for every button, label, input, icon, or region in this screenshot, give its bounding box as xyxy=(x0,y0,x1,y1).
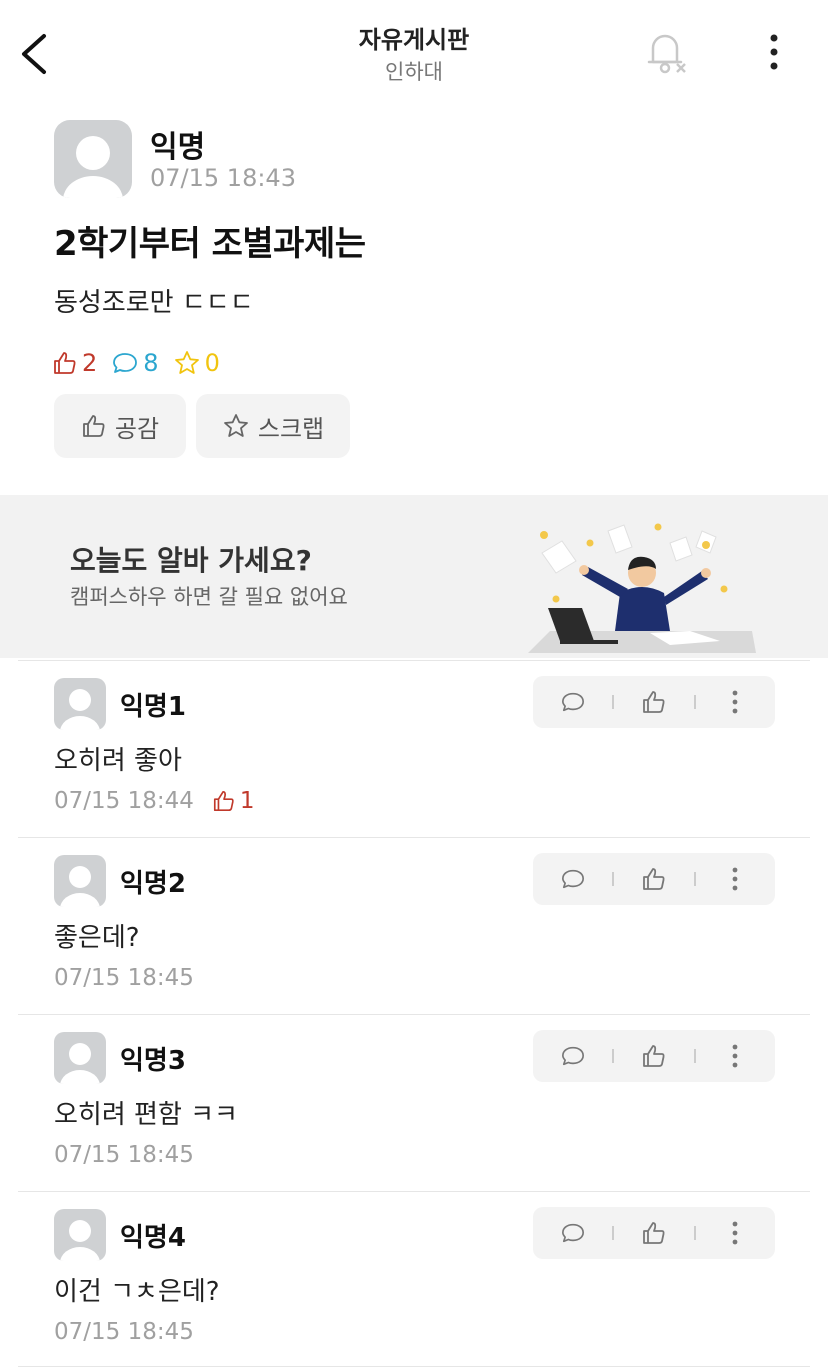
comment-author: 익명4 xyxy=(120,1223,186,1253)
banner-title: 오늘도 알바 가세요? xyxy=(70,544,312,577)
comment-avatar xyxy=(54,1032,106,1084)
comment-bubble-icon xyxy=(561,1223,584,1243)
comment-meta: 07/15 18:45 xyxy=(54,965,194,991)
comment-toolbar xyxy=(533,1207,775,1259)
comment-text: 오히려 편함 ㅋㅋ xyxy=(54,1100,238,1130)
default-avatar-icon xyxy=(60,689,100,730)
comment-meta: 07/15 18:45 xyxy=(54,1319,194,1345)
comment-item: 익명4 이건 ㄱㅊ은데? 07/15 18:45 xyxy=(0,1191,828,1369)
default-avatar-icon xyxy=(60,866,100,907)
like-count-value: 2 xyxy=(82,349,98,377)
banner-subtitle: 캠퍼스하우 하면 갈 필요 없어요 xyxy=(70,585,348,609)
like-button-label: 공감 xyxy=(114,414,160,443)
bell-off-icon xyxy=(647,34,686,74)
comment-toolbar xyxy=(533,853,775,905)
comment-more-button[interactable] xyxy=(696,676,775,728)
post-stats: 2 8 0 xyxy=(52,344,234,382)
comment-toolbar xyxy=(533,1030,775,1082)
comment-bubble-icon xyxy=(113,353,138,373)
comment-like-button[interactable] xyxy=(614,1030,693,1082)
comment-time: 07/15 18:45 xyxy=(54,965,194,991)
post-time: 07/15 18:43 xyxy=(150,164,296,192)
scrap-button-label: 스크랩 xyxy=(257,414,325,443)
comment-item: 익명1 오히려 좋아 07/15 18:44 1 xyxy=(0,660,828,838)
default-avatar-icon xyxy=(63,136,123,198)
more-options-button[interactable] xyxy=(757,30,791,74)
scrap-count-value: 0 xyxy=(204,349,220,377)
reply-button[interactable] xyxy=(533,1030,612,1082)
comment-bubble-icon xyxy=(561,1046,584,1066)
school-name: 인하대 xyxy=(385,60,443,84)
thumbs-up-icon xyxy=(643,1045,665,1067)
scrap-count: 0 xyxy=(173,349,220,377)
board-title: 자유게시판 xyxy=(358,26,470,54)
post-author: 익명 xyxy=(150,130,206,165)
more-vertical-icon xyxy=(732,1044,738,1068)
comment-item: 익명2 좋은데? 07/15 18:45 xyxy=(0,837,828,1015)
comment-meta: 07/15 18:45 xyxy=(54,1142,194,1168)
comment-like-button[interactable] xyxy=(614,1207,693,1259)
star-icon xyxy=(223,414,248,437)
comment-divider xyxy=(18,1191,810,1192)
comment-meta: 07/15 18:44 1 xyxy=(54,788,255,814)
post-author-avatar xyxy=(54,120,132,198)
banner-illustration xyxy=(528,523,756,653)
thumbs-up-icon xyxy=(213,790,234,812)
default-avatar-icon xyxy=(60,1220,100,1261)
like-count: 2 xyxy=(52,349,97,377)
comment-count-value: 8 xyxy=(143,349,159,377)
reply-button[interactable] xyxy=(533,853,612,905)
comment-time: 07/15 18:44 xyxy=(54,788,194,814)
post-body: 동성조로만 ㄷㄷㄷ xyxy=(54,288,254,318)
comment-divider xyxy=(18,837,810,838)
more-vertical-icon xyxy=(732,867,738,891)
comment-toolbar xyxy=(533,676,775,728)
top-bar: 자유게시판 인하대 xyxy=(0,0,828,105)
comment-avatar xyxy=(54,1209,106,1261)
comment-bubble-icon xyxy=(561,692,584,712)
comment-divider xyxy=(18,1014,810,1015)
thumbs-up-icon xyxy=(643,1222,665,1244)
comment-more-button[interactable] xyxy=(696,1207,775,1259)
comment-time: 07/15 18:45 xyxy=(54,1142,194,1168)
more-vertical-icon xyxy=(732,1221,738,1245)
comment-text: 이건 ㄱㅊ은데? xyxy=(54,1277,220,1307)
like-button[interactable]: 공감 xyxy=(54,394,186,458)
comment-like-count: 1 xyxy=(212,788,255,814)
comment-like-button[interactable] xyxy=(614,853,693,905)
comment-text: 오히려 좋아 xyxy=(54,746,182,776)
comment-divider xyxy=(18,1366,810,1367)
comment-divider xyxy=(18,660,810,661)
default-avatar-icon xyxy=(60,1043,100,1084)
comment-author: 익명1 xyxy=(120,692,186,722)
thumbs-up-icon xyxy=(643,691,665,713)
notification-button[interactable] xyxy=(645,28,691,78)
comment-more-button[interactable] xyxy=(696,1030,775,1082)
star-icon xyxy=(174,351,199,374)
comment-avatar xyxy=(54,855,106,907)
comment-author: 익명3 xyxy=(120,1046,186,1076)
more-vertical-icon xyxy=(770,34,778,70)
scrap-button[interactable]: 스크랩 xyxy=(196,394,350,458)
thumbs-up-icon xyxy=(54,352,76,374)
comment-author: 익명2 xyxy=(120,869,186,899)
thumbs-up-icon xyxy=(643,868,665,890)
ad-banner[interactable]: 오늘도 알바 가세요? 캠퍼스하우 하면 갈 필요 없어요 xyxy=(0,495,828,658)
reply-button[interactable] xyxy=(533,676,612,728)
comment-avatar xyxy=(54,678,106,730)
thumbs-up-icon xyxy=(83,415,105,437)
post-title: 2학기부터 조별과제는 xyxy=(54,224,366,264)
comment-time: 07/15 18:45 xyxy=(54,1319,194,1345)
comment-bubble-icon xyxy=(561,869,584,889)
comment-like-button[interactable] xyxy=(614,676,693,728)
comment-text: 좋은데? xyxy=(54,923,140,953)
comment-more-button[interactable] xyxy=(696,853,775,905)
comment-item: 익명3 오히려 편함 ㅋㅋ 07/15 18:45 xyxy=(0,1014,828,1192)
reply-button[interactable] xyxy=(533,1207,612,1259)
comment-count: 8 xyxy=(111,349,159,377)
more-vertical-icon xyxy=(732,690,738,714)
comment-like-value: 1 xyxy=(239,788,255,814)
